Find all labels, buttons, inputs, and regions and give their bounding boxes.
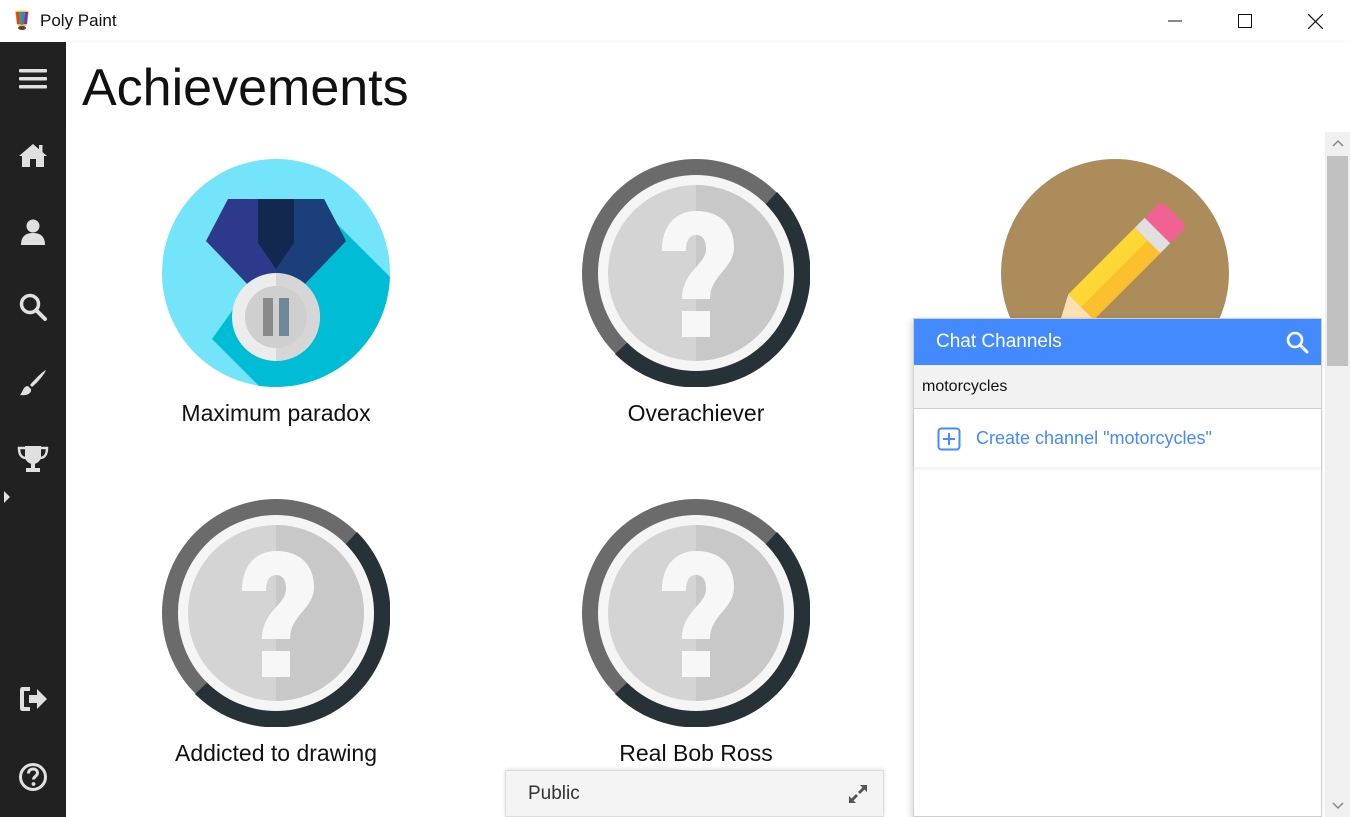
question-mark-icon <box>582 499 811 728</box>
sidebar-item-help[interactable] <box>0 752 66 802</box>
add-box-icon <box>937 427 961 451</box>
search-icon <box>19 293 47 321</box>
create-channel-label: Create channel "motorcycles" <box>976 428 1212 448</box>
achievement-real-bob-ross[interactable]: Real Bob Ross <box>536 499 856 767</box>
app-logo-icon <box>15 10 29 30</box>
sidebar-item-menu[interactable] <box>0 54 66 104</box>
logout-icon <box>20 687 47 711</box>
chat-panel-title: Chat Channels <box>936 331 1062 352</box>
achievement-overachiever[interactable]: Overachiever <box>536 159 856 427</box>
expand-icon[interactable] <box>847 783 869 805</box>
home-icon <box>19 144 47 167</box>
scroll-up-button[interactable] <box>1325 132 1350 154</box>
maximize-button[interactable] <box>1210 0 1280 42</box>
sidebar-item-search[interactable] <box>0 282 66 332</box>
minimize-icon <box>1168 20 1182 22</box>
vertical-scrollbar[interactable] <box>1325 132 1350 817</box>
sidebar <box>0 42 66 817</box>
help-icon <box>19 763 47 791</box>
sidebar-item-achievements[interactable] <box>0 434 66 484</box>
create-channel-button[interactable]: Create channel "motorcycles" <box>914 409 1321 467</box>
sidebar-item-profile[interactable] <box>0 207 66 257</box>
achievement-label: Overachiever <box>627 400 765 426</box>
chevron-up-icon <box>1331 139 1344 147</box>
trophy-icon <box>17 446 49 472</box>
public-chat-bar[interactable]: Public <box>505 770 884 817</box>
achievement-label: Addicted to drawing <box>174 740 377 766</box>
maximize-icon <box>1238 14 1252 28</box>
chevron-down-icon <box>1331 802 1344 810</box>
medal-icon <box>162 159 390 387</box>
page-title: Achievements <box>82 59 409 117</box>
scroll-down-button[interactable] <box>1325 795 1350 817</box>
minimize-button[interactable] <box>1140 0 1210 42</box>
paintbrush-icon <box>20 370 46 396</box>
user-icon <box>21 219 45 245</box>
hamburger-menu-icon <box>19 69 47 89</box>
chat-panel-header: Chat Channels <box>914 319 1321 365</box>
page-header: Achievements <box>66 42 1350 132</box>
question-mark-icon <box>162 499 391 728</box>
title-bar: Poly Paint <box>0 0 1350 42</box>
sidebar-item-home[interactable] <box>0 130 66 180</box>
achievement-label: Maximum paradox <box>181 400 371 426</box>
question-mark-icon <box>582 159 811 388</box>
public-chat-label: Public <box>528 783 580 804</box>
active-indicator <box>4 491 10 503</box>
chat-channels-panel: Chat Channels Create channel "motorcycle… <box>913 318 1322 817</box>
window-title: Poly Paint <box>40 11 117 30</box>
close-button[interactable] <box>1280 0 1350 42</box>
sidebar-item-logout[interactable] <box>0 674 66 724</box>
search-icon[interactable] <box>1285 330 1309 354</box>
achievement-maximum-paradox[interactable]: Maximum paradox <box>116 159 436 427</box>
scroll-thumb[interactable] <box>1327 156 1348 366</box>
channel-search-input[interactable] <box>914 365 1321 409</box>
achievement-addicted-to-drawing[interactable]: Addicted to drawing <box>116 499 436 767</box>
sidebar-item-draw[interactable] <box>0 358 66 408</box>
close-icon <box>1307 13 1323 29</box>
achievement-label: Real Bob Ross <box>619 740 773 766</box>
